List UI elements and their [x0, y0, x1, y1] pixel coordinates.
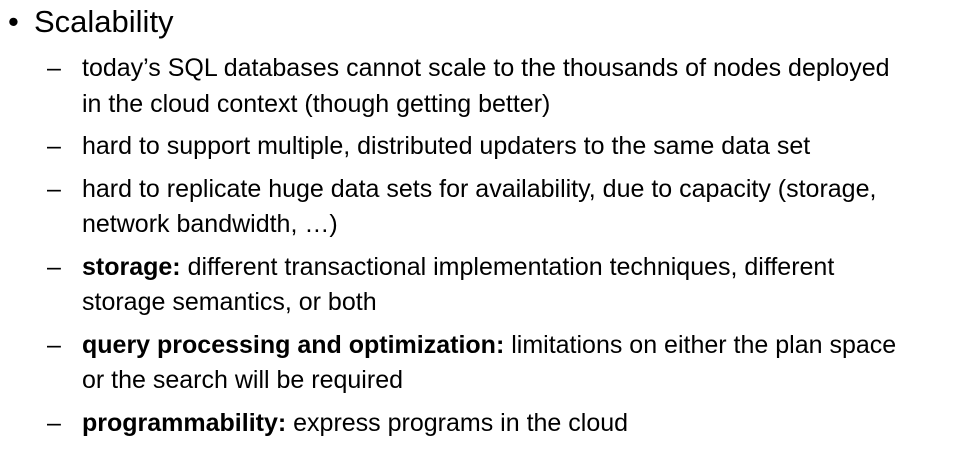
bullet-marker: • [8, 4, 19, 39]
list-item: – today’s SQL databases cannot scale to … [47, 51, 947, 122]
dash-marker: – [47, 408, 61, 437]
bold-term: storage: [82, 252, 181, 281]
text-line-2: in the cloud context (though getting bet… [82, 89, 551, 118]
text-line-2: or the search will be required [82, 366, 403, 394]
line-text: limitations on either the plan space [504, 330, 897, 359]
dash-marker: – [47, 54, 61, 82]
text-line-1: hard to support multiple, distributed up… [82, 129, 947, 165]
top-level-bullet: • Scalability [8, 2, 174, 42]
dash-marker: – [47, 330, 61, 359]
line-text: hard to support multiple, distributed up… [82, 132, 811, 160]
text-line-2: storage semantics, or both [82, 288, 377, 316]
text-line-1: today’s SQL databases cannot scale to th… [82, 51, 947, 87]
list-item: – hard to replicate huge data sets for a… [47, 172, 947, 243]
bold-term: query processing and optimization: [82, 330, 505, 359]
list-item: – programmability: express programs in t… [47, 406, 947, 442]
text-line-1: query processing and optimization: limit… [82, 328, 947, 364]
text-line-1: hard to replicate huge data sets for ava… [82, 172, 947, 208]
sub-bullet-list: – today’s SQL databases cannot scale to … [47, 51, 947, 448]
dash-marker: – [47, 174, 61, 203]
bold-term: programmability: [82, 408, 287, 437]
section-title: Scalability [34, 4, 174, 39]
list-item-text: today’s SQL databases cannot scale to th… [82, 51, 947, 122]
list-item: – hard to support multiple, distributed … [47, 129, 947, 165]
text-line-1: storage: different transactional impleme… [82, 250, 947, 286]
list-item-text: hard to support multiple, distributed up… [82, 129, 947, 165]
text-line-1: programmability: express programs in the… [82, 406, 947, 442]
line-text: different transactional implementation t… [180, 252, 835, 281]
line-text: hard to replicate huge data sets for ava… [82, 174, 877, 203]
dash-marker: – [47, 132, 61, 160]
list-item-text: programmability: express programs in the… [82, 406, 947, 442]
line-text: today’s SQL databases cannot scale to th… [82, 54, 890, 82]
list-item-text: storage: different transactional impleme… [82, 250, 947, 321]
list-item-text: query processing and optimization: limit… [82, 328, 947, 399]
dash-marker: – [47, 252, 61, 281]
list-item-text: hard to replicate huge data sets for ava… [82, 172, 947, 243]
text-line-2: network bandwidth, …) [82, 210, 338, 238]
list-item: – storage: different transactional imple… [47, 250, 947, 321]
line-text: express programs in the cloud [286, 408, 629, 437]
slide: • Scalability – today’s SQL databases ca… [0, 0, 954, 451]
list-item: – query processing and optimization: lim… [47, 328, 947, 399]
